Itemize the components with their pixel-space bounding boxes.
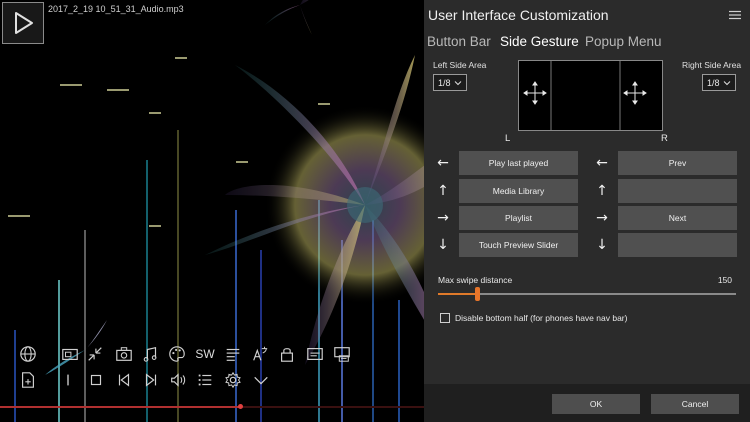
right-column-label: R: [661, 133, 668, 144]
left-swipe-up-action-button[interactable]: Media Library: [459, 179, 578, 203]
left-swipe-down-action-button[interactable]: Touch Preview Slider: [459, 233, 578, 257]
file-name: 2017_2_19 10_51_31_Audio.mp3: [48, 4, 184, 14]
disable-bottom-half-label: Disable bottom half (for phones have nav…: [455, 313, 628, 323]
right-swipe-left-action-button[interactable]: Prev: [618, 151, 737, 175]
music-notes-icon[interactable]: [140, 343, 162, 365]
palette-icon[interactable]: [166, 343, 188, 365]
right-side-area-label: Right Side Area: [682, 60, 742, 70]
down-arrow-icon: ↓: [596, 237, 608, 253]
list-icon[interactable]: [194, 369, 216, 391]
compress-icon[interactable]: [84, 343, 106, 365]
pause-icon[interactable]: [57, 369, 79, 391]
slider-thumb[interactable]: [474, 287, 480, 301]
hamburger-menu-icon[interactable]: [728, 8, 742, 22]
customization-dialog: User Interface Customization Button Bar …: [424, 0, 750, 422]
left-side-area-select[interactable]: 1/8: [433, 74, 467, 91]
max-swipe-distance-label: Max swipe distance: [438, 275, 513, 285]
left-arrow-icon: ←: [437, 155, 449, 171]
visualizer-area: 2017_2_19 10_51_31_Audio.mp3 SW: [0, 0, 424, 422]
chevron-down-icon[interactable]: [250, 369, 272, 391]
volume-icon[interactable]: [167, 369, 189, 391]
screen-record-icon[interactable]: [331, 343, 353, 365]
sw-text-button[interactable]: SW: [194, 343, 216, 365]
left-column-label: L: [505, 133, 511, 144]
playlist-menu-icon[interactable]: [222, 343, 244, 365]
right-arrow-icon: →: [596, 210, 608, 226]
tab-button-bar[interactable]: Button Bar: [427, 34, 491, 49]
lock-icon[interactable]: [276, 343, 298, 365]
slider-fill: [438, 293, 477, 295]
left-swipe-right-action-button[interactable]: Playlist: [459, 206, 578, 230]
gesture-zones-diagram: [523, 61, 647, 130]
seek-bar-thumb[interactable]: [237, 404, 243, 409]
tab-popup-menu[interactable]: Popup Menu: [585, 34, 662, 49]
chevron-down-icon: [723, 81, 731, 86]
dialog-footer: OK Cancel: [424, 384, 750, 422]
gesture-area-preview: [518, 60, 663, 131]
stop-icon[interactable]: [85, 369, 107, 391]
seek-bar[interactable]: [0, 404, 424, 409]
right-swipe-right-action-button[interactable]: Next: [618, 206, 737, 230]
play-button[interactable]: [2, 2, 44, 44]
small-flower-top: [265, 0, 312, 35]
left-swipe-left-action-button[interactable]: Play last played: [459, 151, 578, 175]
max-swipe-distance-value: 150: [717, 275, 732, 285]
aspect-ratio-icon[interactable]: [59, 343, 81, 365]
camera-icon[interactable]: [113, 343, 135, 365]
left-side-area-value: 1/8: [438, 77, 451, 88]
up-arrow-icon: ↑: [437, 183, 449, 199]
ok-button[interactable]: OK: [552, 394, 640, 414]
gesture-row-down-swipe: ↓ Touch Preview Slider ↓: [424, 233, 750, 257]
gesture-row-up-swipe: ↑ Media Library ↑: [424, 179, 750, 203]
left-arrow-icon: ←: [596, 155, 608, 171]
translate-text-icon[interactable]: [249, 343, 271, 365]
next-icon[interactable]: [140, 369, 162, 391]
dialog-title: User Interface Customization: [428, 7, 609, 23]
settings-gear-icon[interactable]: [222, 369, 244, 391]
subtitle-icon[interactable]: [304, 343, 326, 365]
up-arrow-icon: ↑: [596, 183, 608, 199]
right-swipe-down-action-button[interactable]: [618, 233, 737, 257]
gesture-row-left-swipe: ← Play last played ← Prev: [424, 151, 750, 175]
left-side-area-label: Left Side Area: [433, 60, 487, 70]
cancel-button[interactable]: Cancel: [651, 394, 739, 414]
gesture-row-right-swipe: → Playlist → Next: [424, 206, 750, 230]
chevron-down-icon: [454, 81, 462, 86]
play-icon: [15, 12, 33, 34]
right-side-area-select[interactable]: 1/8: [702, 74, 736, 91]
right-swipe-up-action-button[interactable]: [618, 179, 737, 203]
add-file-icon[interactable]: [17, 369, 39, 391]
down-arrow-icon: ↓: [437, 237, 449, 253]
previous-icon[interactable]: [113, 369, 135, 391]
globe-icon[interactable]: [17, 343, 39, 365]
right-move-arrows-icon: [623, 81, 647, 105]
tab-side-gesture[interactable]: Side Gesture: [500, 34, 579, 49]
disable-bottom-half-checkbox[interactable]: [440, 313, 450, 323]
seek-bar-fill: [0, 406, 240, 408]
left-move-arrows-icon: [523, 81, 547, 105]
flower-shape: [205, 55, 424, 365]
right-arrow-icon: →: [437, 210, 449, 226]
right-side-area-value: 1/8: [707, 77, 720, 88]
max-swipe-distance-slider[interactable]: [438, 287, 736, 301]
